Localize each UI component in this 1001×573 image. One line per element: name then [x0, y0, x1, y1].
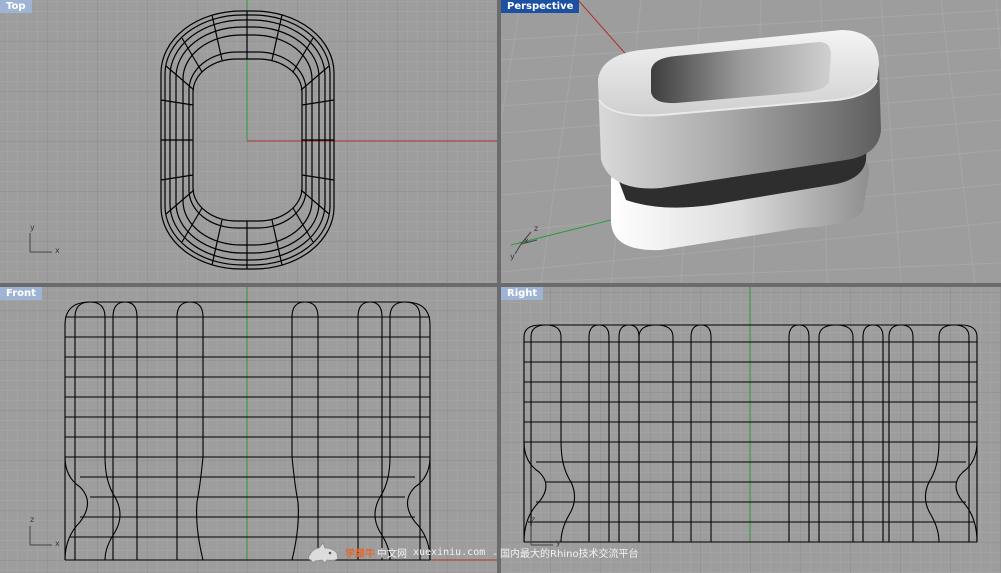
axis-label-x: x [524, 236, 529, 245]
axis-label-z: z [534, 224, 539, 233]
watermark-brand: 学犀牛 [345, 548, 375, 560]
front-viewport[interactable]: x z Front [0, 287, 497, 573]
front-viewport-canvas[interactable] [0, 287, 497, 573]
rhino-logo-icon [307, 542, 339, 564]
right-viewport-canvas[interactable] [501, 287, 1001, 573]
axis-label-z: z [531, 515, 536, 524]
watermark-site-name: 中文网 [377, 548, 407, 560]
top-viewport[interactable]: x y Top [0, 0, 497, 283]
x-axis-line [577, 0, 632, 61]
watermark-url: xuexiniu.com [413, 546, 486, 558]
site-watermark: 学犀牛 中文网 xuexiniu.com - 国内最大的Rhino技术交流平台 [305, 538, 639, 566]
top-viewport-canvas[interactable] [0, 0, 497, 283]
viewport-title-front[interactable]: Front [0, 287, 42, 300]
axis-label-y: y [510, 252, 515, 261]
perspective-viewport[interactable]: x y z Perspective [501, 0, 1001, 283]
axis-label-y: y [30, 223, 35, 232]
viewport-title-perspective[interactable]: Perspective [501, 0, 580, 13]
ring-shaded-model [598, 30, 881, 251]
axis-label-x: x [55, 246, 60, 255]
viewport-title-right[interactable]: Right [501, 287, 544, 300]
axis-label-x: x [55, 539, 60, 548]
viewport-title-top[interactable]: Top [0, 0, 32, 13]
watermark-tagline: - 国内最大的Rhino技术交流平台 [493, 548, 639, 560]
right-viewport[interactable]: y z Right [501, 287, 1001, 573]
perspective-viewport-canvas[interactable] [501, 0, 1001, 283]
axis-label-z: z [30, 515, 35, 524]
